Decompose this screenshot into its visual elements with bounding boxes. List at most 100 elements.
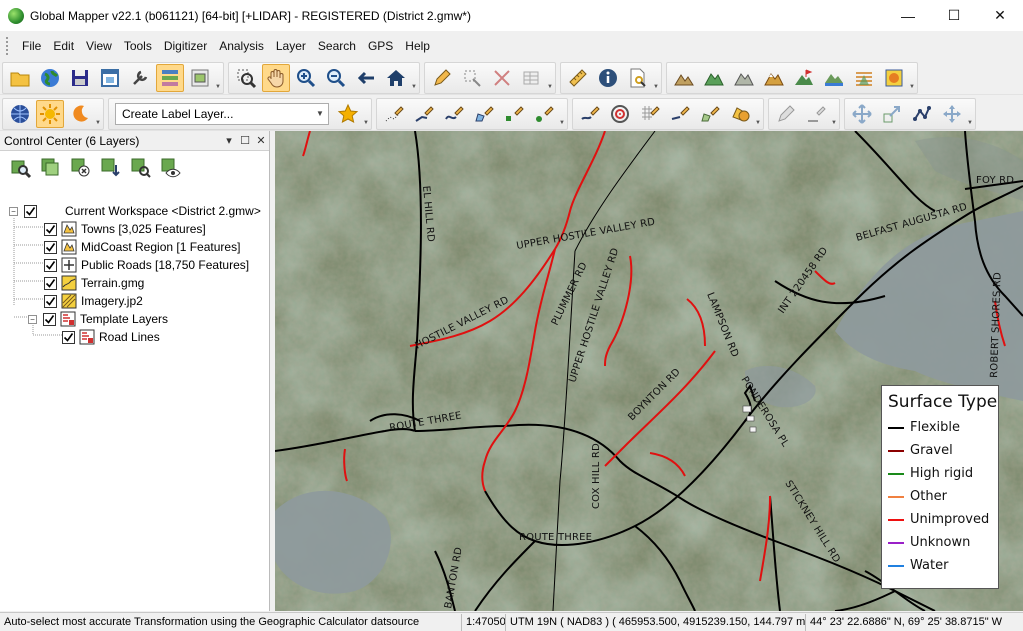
edit-node-button[interactable] — [530, 100, 558, 128]
terrain-6-button[interactable] — [820, 64, 848, 92]
tree-row-template[interactable]: − Template Layers — [0, 310, 269, 328]
close-button[interactable]: ✕ — [977, 0, 1023, 31]
scale-button[interactable] — [878, 100, 906, 128]
toolbar-dropdown[interactable]: ▼ — [215, 64, 221, 92]
layer-checkbox[interactable] — [43, 312, 56, 326]
layer-checkbox[interactable] — [44, 240, 57, 254]
toolbar-dropdown[interactable]: ▼ — [547, 64, 553, 92]
edit-line-button[interactable] — [636, 100, 664, 128]
toolbar-dropdown[interactable]: ▼ — [411, 64, 417, 92]
menu-grip[interactable] — [6, 37, 10, 55]
smooth-button[interactable] — [802, 100, 830, 128]
zoom-out-button[interactable] — [322, 64, 350, 92]
label-layer-select[interactable]: Create Label Layer... ▼ — [115, 102, 329, 125]
tree-row-workspace[interactable]: − Current Workspace <District 2.gmw> — [0, 202, 269, 220]
menu-edit[interactable]: Edit — [47, 33, 80, 59]
workspace-checkbox[interactable] — [24, 204, 37, 218]
online-data-button[interactable] — [36, 64, 64, 92]
layer-checkbox[interactable] — [44, 294, 57, 308]
map-view[interactable]: EL HILL RD UPPER HOSTILE VALLEY RD HOSTI… — [275, 131, 1023, 611]
terrain-8-button[interactable] — [880, 64, 908, 92]
layer-checkbox[interactable] — [44, 276, 57, 290]
edit-area-button[interactable] — [696, 100, 724, 128]
create-points-button[interactable] — [380, 100, 408, 128]
menu-layer[interactable]: Layer — [270, 33, 312, 59]
toolbar-dropdown[interactable]: ▼ — [559, 100, 565, 128]
layer-checkbox[interactable] — [44, 222, 57, 236]
draw-button[interactable] — [428, 64, 456, 92]
layer-sort-button[interactable] — [97, 154, 125, 182]
tree-row-roads[interactable]: Public Roads [18,750 Features] — [0, 256, 269, 274]
terrain-5-button[interactable] — [790, 64, 818, 92]
menu-analysis[interactable]: Analysis — [213, 33, 270, 59]
menu-tools[interactable]: Tools — [118, 33, 158, 59]
toolbar-dropdown[interactable]: ▼ — [95, 100, 101, 128]
layer-close-button[interactable] — [67, 154, 95, 182]
cut-button[interactable] — [576, 100, 604, 128]
layer-checkbox[interactable] — [44, 258, 57, 272]
layer-checkbox[interactable] — [62, 330, 75, 344]
edit-vertex-button[interactable] — [500, 100, 528, 128]
overview-map-button[interactable] — [186, 64, 214, 92]
toolbar-dropdown[interactable]: ▼ — [967, 100, 973, 128]
save-button[interactable] — [66, 64, 94, 92]
tree-row-towns[interactable]: Towns [3,025 Features] — [0, 220, 269, 238]
move-button[interactable] — [848, 100, 876, 128]
create-curve-button[interactable] — [440, 100, 468, 128]
select-area-button[interactable] — [458, 64, 486, 92]
layer-zoom-button[interactable] — [7, 154, 35, 182]
pan-arrows-button[interactable] — [938, 100, 966, 128]
menu-view[interactable]: View — [80, 33, 118, 59]
layer-visibility-button[interactable] — [157, 154, 185, 182]
layer-options-button[interactable] — [37, 154, 65, 182]
terrain-2-button[interactable] — [700, 64, 728, 92]
toolbar-dropdown[interactable]: ▼ — [363, 100, 369, 128]
shapes-button[interactable] — [726, 100, 754, 128]
layer-search-button[interactable] — [127, 154, 155, 182]
chevron-down-icon[interactable]: ▼ — [312, 104, 328, 124]
maximize-button[interactable]: ☐ — [931, 0, 977, 31]
toolbar-dropdown[interactable]: ▼ — [653, 64, 659, 92]
shader-button[interactable] — [36, 99, 64, 128]
reshape-button[interactable] — [772, 100, 800, 128]
collapse-toggle[interactable]: − — [28, 314, 37, 324]
export-button[interactable] — [96, 64, 124, 92]
tree-row-terrain[interactable]: Terrain.gmg — [0, 274, 269, 292]
menu-file[interactable]: File — [16, 33, 47, 59]
panel-menu-icon[interactable]: ▾ — [221, 134, 237, 147]
split-line-button[interactable] — [666, 100, 694, 128]
zoom-box-button[interactable] — [232, 64, 260, 92]
terrain-3-button[interactable] — [730, 64, 758, 92]
night-shade-button[interactable] — [66, 100, 94, 128]
toolbar-dropdown[interactable]: ▼ — [755, 100, 761, 128]
projection-button[interactable] — [6, 100, 34, 128]
tree-row-road-lines[interactable]: Road Lines — [0, 328, 269, 346]
delete-button[interactable] — [488, 64, 516, 92]
create-line-button[interactable] — [410, 100, 438, 128]
toolbar-dropdown[interactable]: ▼ — [831, 100, 837, 128]
zoom-in-button[interactable] — [292, 64, 320, 92]
attribute-button[interactable] — [518, 64, 546, 92]
feature-info-button[interactable] — [594, 64, 622, 92]
favorite-button[interactable] — [334, 100, 362, 128]
measure-button[interactable] — [564, 64, 592, 92]
pan-button[interactable] — [262, 63, 290, 92]
full-view-button[interactable] — [382, 64, 410, 92]
control-center-button[interactable] — [156, 63, 184, 92]
terrain-4-button[interactable] — [760, 64, 788, 92]
panel-maximize-icon[interactable]: ☐ — [237, 134, 253, 147]
terrain-7-button[interactable] — [850, 64, 878, 92]
vertex-edit-button[interactable] — [908, 100, 936, 128]
open-folder-button[interactable] — [6, 64, 34, 92]
config-button[interactable] — [126, 64, 154, 92]
minimize-button[interactable]: — — [885, 0, 931, 31]
menu-gps[interactable]: GPS — [362, 33, 399, 59]
search-attribute-button[interactable] — [624, 64, 652, 92]
menu-search[interactable]: Search — [312, 33, 362, 59]
panel-close-icon[interactable]: ✕ — [253, 134, 269, 147]
target-button[interactable] — [606, 100, 634, 128]
tree-row-midcoast[interactable]: MidCoast Region [1 Features] — [0, 238, 269, 256]
collapse-toggle[interactable]: − — [9, 206, 18, 216]
tree-row-imagery[interactable]: Imagery.jp2 — [0, 292, 269, 310]
toolbar-dropdown[interactable]: ▼ — [909, 64, 915, 92]
